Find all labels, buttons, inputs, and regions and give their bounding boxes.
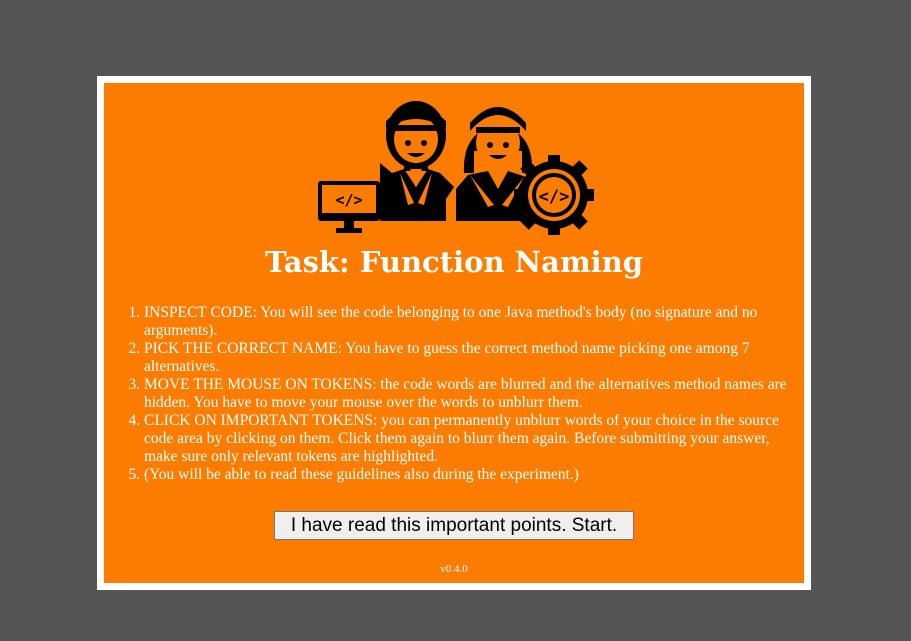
developer-man-icon xyxy=(380,101,454,221)
monitor-icon: </> xyxy=(318,181,380,233)
start-button[interactable]: I have read this important points. Start… xyxy=(274,511,634,540)
page-title: Task: Function Naming xyxy=(264,245,644,279)
guideline-item: PICK THE CORRECT NAME: You have to guess… xyxy=(144,340,804,376)
instructions-modal: </> </> Task: Function Naming 1. INSPECT… xyxy=(104,83,804,583)
modal-frame: </> </> Task: Function Naming 1. INSPECT… xyxy=(97,76,811,590)
developer-woman-icon xyxy=(456,107,533,221)
svg-text:</>: </> xyxy=(539,187,570,207)
developers-coding-icon: </> </> xyxy=(318,101,594,235)
guideline-item: CLICK ON IMPORTANT TOKENS: you can perma… xyxy=(144,412,804,466)
version-label: v0.4.0 xyxy=(440,563,468,575)
svg-text:</>: </> xyxy=(335,191,362,209)
guideline-item: INSPECT CODE: You will see the code belo… xyxy=(144,304,804,340)
gear-code-icon: </> xyxy=(514,155,594,235)
guideline-item: (You will be able to read these guidelin… xyxy=(144,466,804,484)
guidelines-list: INSPECT CODE: You will see the code belo… xyxy=(144,304,804,484)
guideline-item: MOVE THE MOUSE ON TOKENS: the code words… xyxy=(144,376,804,412)
